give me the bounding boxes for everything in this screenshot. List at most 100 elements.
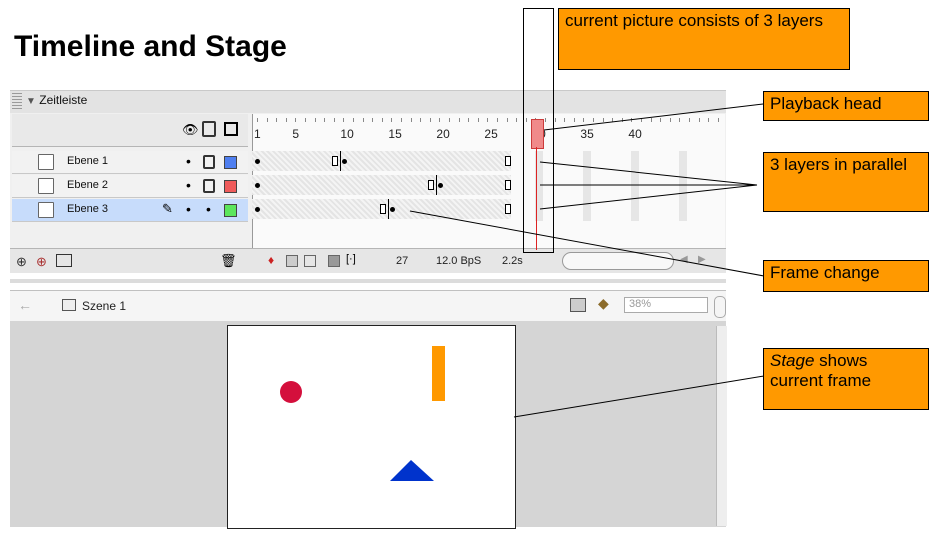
add-folder-icon[interactable] xyxy=(56,254,72,267)
ruler-tick xyxy=(698,118,700,122)
ruler-tick xyxy=(353,118,354,122)
ruler-tick xyxy=(324,118,326,122)
eye-icon[interactable]: 👁 xyxy=(182,122,199,138)
callout-layers-parallel: 3 layers in parallel xyxy=(763,152,929,212)
ruler-tick xyxy=(689,118,690,122)
layer-row-3[interactable]: Ebene 3 ✎ • • xyxy=(12,199,248,222)
add-guide-layer-icon[interactable]: ⊕ xyxy=(36,254,47,270)
collapse-triangle-icon[interactable]: ▼ xyxy=(26,96,36,107)
layer-color-swatch[interactable] xyxy=(224,180,237,193)
page-title: Timeline and Stage xyxy=(14,30,287,63)
orange-bar[interactable] xyxy=(432,346,445,401)
visible-dot[interactable]: • xyxy=(186,178,191,192)
keyframe[interactable] xyxy=(255,183,260,188)
layer-row-2[interactable]: Ebene 2 • xyxy=(12,175,248,198)
panel-title[interactable]: ▼ Zeitleiste xyxy=(26,93,87,107)
panel-grip-icon[interactable] xyxy=(12,93,22,109)
callout-frame-change-text: Frame change xyxy=(770,263,880,282)
scroll-left-icon[interactable]: ◀ xyxy=(680,254,688,265)
red-circle[interactable] xyxy=(280,381,302,403)
ruler-tick xyxy=(372,118,374,122)
frame-ruler[interactable]: 1510152025303540 xyxy=(252,114,722,146)
ruler-tick xyxy=(516,118,518,122)
outline-icon[interactable] xyxy=(224,122,238,136)
trash-icon[interactable]: 🗑 xyxy=(220,253,237,269)
timeline-panel-bar[interactable] xyxy=(10,90,726,114)
lock-icon[interactable] xyxy=(203,155,215,169)
ruler-tick xyxy=(679,118,681,122)
span-end-frame[interactable] xyxy=(427,180,434,190)
pencil-icon: ✎ xyxy=(162,201,173,216)
keyframe-divider xyxy=(436,175,438,195)
layer-icon xyxy=(38,178,54,194)
empty-frame-column xyxy=(631,151,640,221)
span-end-frame[interactable] xyxy=(331,156,338,166)
scene-icon xyxy=(62,299,76,311)
frame-span[interactable] xyxy=(252,151,511,171)
onion-outline-icon[interactable] xyxy=(304,255,316,267)
add-layer-icon[interactable]: ⊕ xyxy=(16,254,27,270)
ruler-tick xyxy=(612,118,614,122)
span-end-frame[interactable] xyxy=(504,156,511,166)
span-end-frame[interactable] xyxy=(379,204,386,214)
span-end-frame[interactable] xyxy=(504,204,511,214)
ruler-tick xyxy=(420,118,422,122)
stage-canvas xyxy=(280,346,445,481)
ruler-tick xyxy=(583,118,585,122)
edit-multiple-icon[interactable] xyxy=(328,255,340,267)
ruler-tick xyxy=(257,118,258,122)
ruler-tick xyxy=(439,118,441,122)
scroll-right-icon[interactable]: ▶ xyxy=(698,254,706,265)
callout-layers-parallel-text: 3 layers in parallel xyxy=(770,155,908,174)
callout-stage-word: Stage xyxy=(770,351,815,370)
layer-header-row: 👁 xyxy=(12,114,248,147)
frame-rows[interactable] xyxy=(252,151,722,223)
layer-icon xyxy=(38,202,54,218)
ruler-tick xyxy=(602,118,604,122)
ruler-label: 5 xyxy=(292,127,300,141)
panel-divider[interactable] xyxy=(10,279,726,283)
scene-label[interactable]: Szene 1 xyxy=(82,299,126,313)
zoom-field[interactable]: 38% xyxy=(624,297,708,313)
playback-head[interactable] xyxy=(531,119,544,149)
timeline-status-bar: ⊕ ⊕ 🗑 ♦ [·] 27 12.0 BpS 2.2s ◀ ▶ xyxy=(10,248,726,273)
edit-symbol-icon[interactable]: ◆ xyxy=(598,295,609,312)
frame-span[interactable] xyxy=(252,175,511,195)
back-arrow-icon[interactable]: ← xyxy=(18,297,32,313)
layer-name: Ebene 3 xyxy=(67,203,108,215)
keyframe[interactable] xyxy=(255,207,260,212)
lock-icon[interactable] xyxy=(202,121,216,137)
ruler-tick xyxy=(593,118,594,122)
ruler-tick xyxy=(573,118,575,122)
keyframe-divider xyxy=(340,151,342,171)
ruler-tick xyxy=(333,118,335,122)
onion-markers-icon[interactable]: [·] xyxy=(346,253,356,265)
ruler-tick xyxy=(660,118,662,122)
ruler-tick xyxy=(343,118,345,122)
callout-playback-head-text: Playback head xyxy=(770,94,882,113)
keyframe[interactable] xyxy=(255,159,260,164)
zoom-dropdown[interactable] xyxy=(714,296,726,318)
ruler-tick xyxy=(449,118,450,122)
center-frame-icon[interactable]: ♦ xyxy=(268,253,274,267)
vertical-scrollbar[interactable] xyxy=(716,326,727,526)
ruler-tick xyxy=(276,118,278,122)
unlocked-dot[interactable]: • xyxy=(206,202,211,216)
ruler-tick xyxy=(669,118,671,122)
horizontal-scrollbar[interactable] xyxy=(562,252,674,270)
empty-frame-column xyxy=(679,151,688,221)
blue-triangle[interactable] xyxy=(390,460,434,481)
visible-dot[interactable]: • xyxy=(186,202,191,216)
ruler-tick xyxy=(429,118,431,122)
ruler-tick xyxy=(391,118,393,122)
lock-icon[interactable] xyxy=(203,179,215,193)
layer-color-swatch[interactable] xyxy=(224,204,237,217)
ruler-tick xyxy=(497,118,498,122)
visible-dot[interactable]: • xyxy=(186,154,191,168)
edit-scene-icon[interactable] xyxy=(570,298,586,312)
layer-color-swatch[interactable] xyxy=(224,156,237,169)
onion-skin-icon[interactable] xyxy=(286,255,298,267)
span-end-frame[interactable] xyxy=(504,180,511,190)
stage[interactable] xyxy=(227,325,516,529)
layer-row-1[interactable]: Ebene 1 • xyxy=(12,151,248,174)
